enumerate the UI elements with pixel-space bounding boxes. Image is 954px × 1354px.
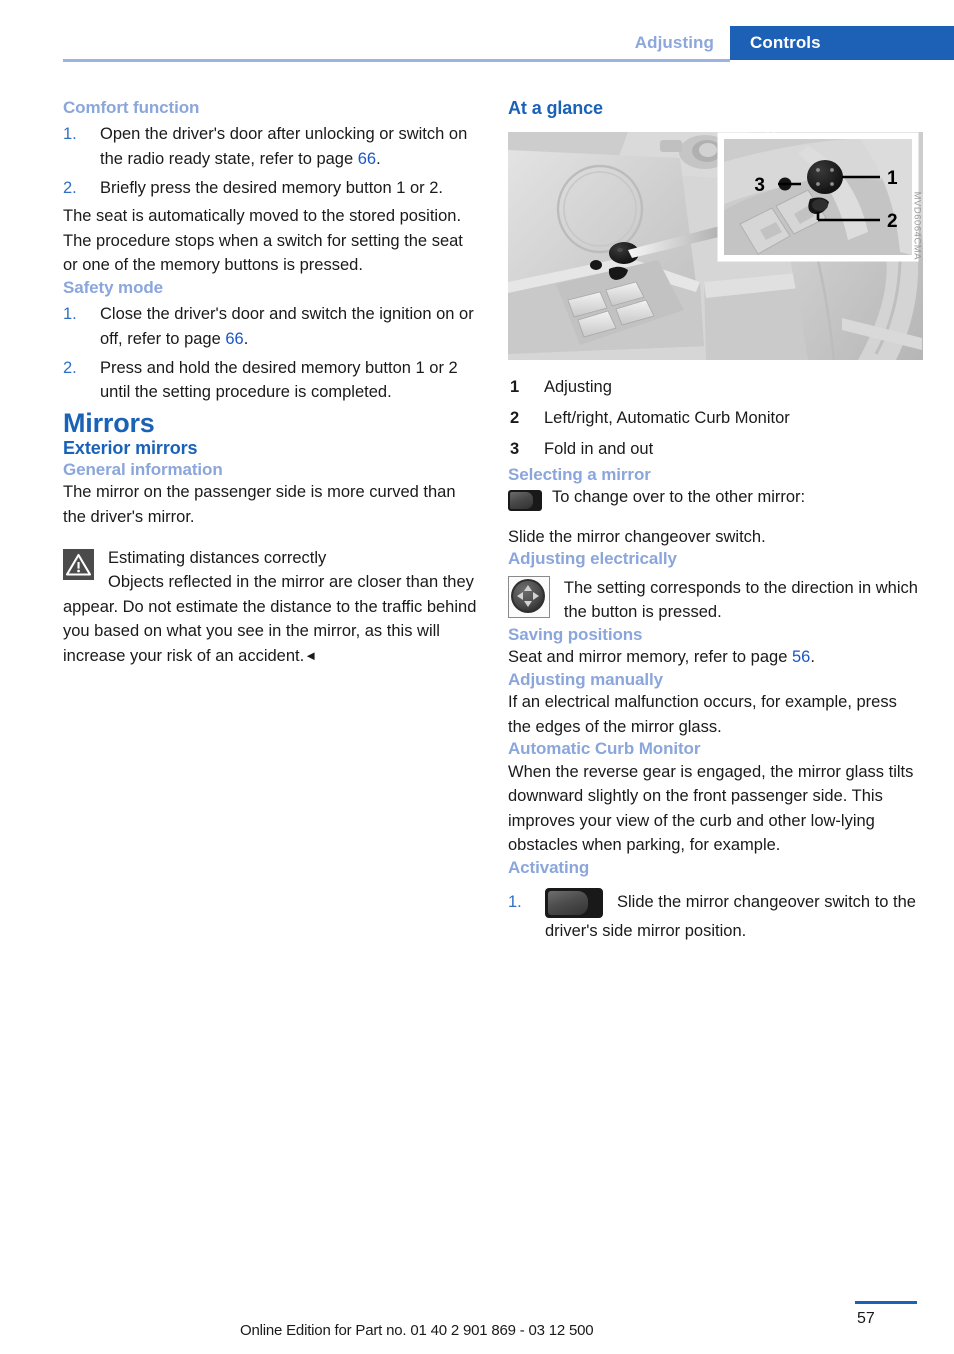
- warning-block: Estimating distances correctly Objects r…: [63, 546, 478, 669]
- automatic-curb-monitor-heading: Automatic Curb Monitor: [508, 739, 701, 759]
- warning-text: Estimating distances correctly Objects r…: [63, 546, 478, 669]
- mirror-changeover-switch-icon: [545, 888, 603, 919]
- header-section-tab: Controls: [730, 26, 954, 60]
- left-column: Comfort function 1. Open the driver's do…: [63, 98, 478, 669]
- general-information-paragraph: The mirror on the passenger side is more…: [63, 483, 456, 526]
- list-item-text: Press and hold the desired memory button…: [100, 358, 458, 402]
- list-item: 1. Open the driver's door after unlockin…: [63, 122, 478, 171]
- adjusting-electrically-text: The setting corresponds to the direction…: [563, 578, 918, 622]
- saving-positions-pre: Seat and mirror memory, refer to page: [508, 648, 792, 667]
- activating-steps: 1. Slide the mirror changeover switch to…: [508, 888, 923, 945]
- header-section-tab-label: Controls: [750, 33, 821, 52]
- list-item-text: Briefly press the desired memory button …: [100, 178, 443, 197]
- header-divider: [63, 59, 730, 62]
- list-item-number: 1.: [63, 305, 77, 324]
- right-column: At a glance 3 1 2 MVD6064CMA 1 Adjusting…: [508, 98, 923, 945]
- comfort-paragraph-1: The seat is automatically moved to the s…: [63, 207, 462, 226]
- at-a-glance-heading: At a glance: [508, 98, 603, 118]
- footer-divider: [855, 1301, 917, 1304]
- list-item-text: Close the driver's door and switch the i…: [100, 305, 474, 348]
- list-item: 2. Press and hold the desired memory but…: [63, 356, 478, 405]
- warning-end-marker: ◄: [304, 647, 318, 663]
- automatic-curb-monitor-text: When the reverse gear is engaged, the mi…: [508, 762, 914, 855]
- selecting-a-mirror-line2: Slide the mirror changeover switch.: [508, 527, 766, 546]
- list-item-text-tail: .: [376, 149, 381, 168]
- list-item: 2. Briefly press the desired memory butt…: [63, 176, 478, 201]
- list-item: 3 Fold in and out: [508, 434, 923, 465]
- legend-text: Left/right, Automatic Curb Monitor: [544, 408, 790, 427]
- list-item: 1. Close the driver's door and switch th…: [63, 302, 478, 351]
- list-item: 2 Left/right, Automatic Curb Monitor: [508, 403, 923, 434]
- at-a-glance-figure: 3 1 2 MVD6064CMA: [508, 131, 923, 360]
- page-number: 57: [857, 1310, 875, 1327]
- comfort-function-steps: 1. Open the driver's door after unlockin…: [63, 122, 478, 200]
- legend-number: 1: [510, 377, 520, 396]
- legend-number: 3: [510, 439, 520, 458]
- safety-mode-steps: 1. Close the driver's door and switch th…: [63, 302, 478, 404]
- svg-text:1: 1: [887, 168, 898, 189]
- activating-heading: Activating: [508, 858, 590, 878]
- saving-positions-heading: Saving positions: [508, 624, 643, 644]
- exterior-mirrors-heading: Exterior mirrors: [63, 438, 198, 459]
- figure-legend: 1 Adjusting 2 Left/right, Automatic Curb…: [508, 372, 923, 465]
- page-title: Mirrors: [63, 407, 155, 438]
- page-header: Adjusting Controls: [0, 0, 954, 62]
- list-item-number: 1.: [63, 125, 77, 144]
- selecting-a-mirror-line1: To change over to the other mirror:: [508, 485, 923, 519]
- legend-text: Fold in and out: [544, 439, 654, 458]
- comfort-paragraph-2: The procedure stops when a switch for se…: [63, 231, 463, 275]
- figure-reference-code: MVD6064CMA: [911, 191, 922, 260]
- header-chapter-label: Adjusting: [634, 33, 714, 52]
- adjusting-electrically-heading: Adjusting electrically: [508, 549, 677, 569]
- door-panel-illustration: 3 1 2: [508, 131, 923, 360]
- page-reference-link[interactable]: 56: [792, 648, 810, 666]
- mirror-changeover-switch-icon: [508, 489, 542, 519]
- list-item-text-tail: .: [243, 329, 249, 348]
- adjusting-manually-text: If an electrical malfunction occurs, for…: [508, 693, 897, 736]
- legend-number: 2: [510, 408, 520, 427]
- list-item: 1 Adjusting: [508, 372, 923, 403]
- selecting-a-mirror-heading: Selecting a mirror: [508, 464, 651, 484]
- list-item-number: 2.: [63, 358, 77, 377]
- safety-mode-heading: Safety mode: [63, 277, 163, 297]
- warning-title: Estimating distances correctly: [108, 548, 327, 567]
- svg-text:3: 3: [754, 175, 765, 196]
- list-item-number: 1.: [508, 893, 522, 912]
- comfort-function-heading: Comfort function: [63, 98, 200, 117]
- adjusting-manually-heading: Adjusting manually: [508, 669, 663, 689]
- mirror-dpad-button-icon: [508, 575, 550, 618]
- saving-positions-text: Seat and mirror memory, refer to page 56…: [508, 645, 923, 670]
- svg-text:2: 2: [887, 211, 898, 232]
- adjusting-electrically-block: The setting corresponds to the direction…: [508, 575, 923, 625]
- selecting-a-mirror-line1-text: To change over to the other mirror:: [552, 487, 806, 506]
- warning-body: Objects reflected in the mirror are clos…: [63, 573, 477, 665]
- list-item-text: Open the driver's door after unlocking o…: [100, 125, 468, 168]
- list-item: 1. Slide the mirror changeover switch to…: [508, 888, 923, 945]
- saving-positions-post: .: [810, 648, 815, 667]
- page-reference-link[interactable]: 66: [358, 150, 376, 168]
- footer-edition-text: Online Edition for Part no. 01 40 2 901 …: [240, 1322, 594, 1339]
- page-reference-link[interactable]: 66: [225, 330, 243, 348]
- list-item-number: 2.: [63, 178, 77, 197]
- legend-text: Adjusting: [544, 377, 612, 396]
- general-information-heading: General information: [63, 460, 223, 479]
- warning-triangle-icon: [63, 548, 94, 580]
